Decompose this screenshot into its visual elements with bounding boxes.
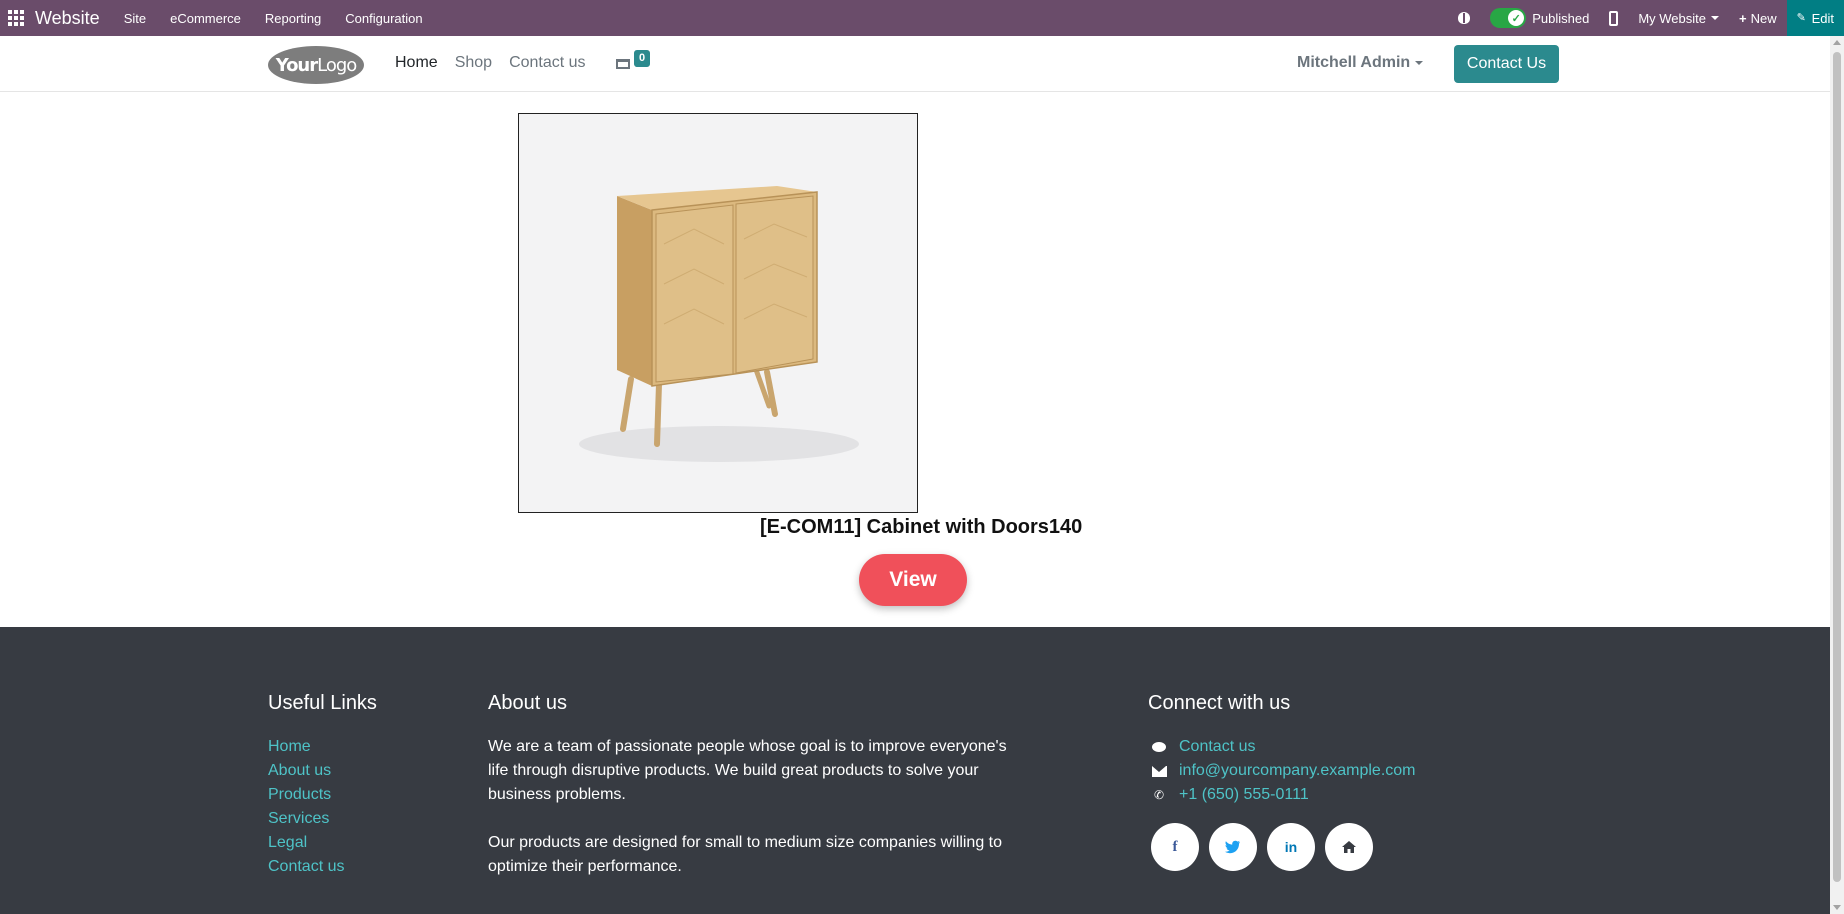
menu-reporting[interactable]: Reporting — [253, 11, 333, 26]
publish-toggle[interactable]: ✓ Published — [1480, 0, 1599, 36]
page-scrollbar[interactable] — [1830, 36, 1844, 914]
menu-site[interactable]: Site — [112, 11, 158, 26]
nav-shop[interactable]: Shop — [455, 54, 492, 72]
scroll-up-icon[interactable] — [1833, 40, 1841, 45]
edit-button[interactable]: ✎ Edit — [1786, 0, 1844, 36]
connect-section: Connect with us Contact us info@yourcomp… — [1148, 692, 1416, 807]
footer-link-services[interactable]: Services — [268, 807, 377, 831]
contact-us-link[interactable]: Contact us — [1148, 735, 1416, 759]
footer: Useful Links Home About us Products Serv… — [0, 627, 1830, 914]
apps-menu-icon[interactable] — [0, 0, 32, 36]
social-links: f in — [1151, 823, 1383, 871]
phone-icon: ✆ — [1153, 788, 1165, 802]
about-paragraph-1: We are a team of passionate people whose… — [488, 738, 1007, 803]
connect-title: Connect with us — [1148, 692, 1291, 714]
caret-down-icon — [1415, 60, 1424, 65]
footer-link-products[interactable]: Products — [268, 783, 377, 807]
menu-configuration[interactable]: Configuration — [333, 11, 434, 26]
nav-contact-us[interactable]: Contact us — [509, 54, 585, 72]
cart-link[interactable]: 0 — [614, 50, 654, 76]
site-logo[interactable]: Your Logo — [268, 46, 364, 84]
contact-us-label: Contact us — [1179, 738, 1256, 755]
published-label: Published — [1532, 10, 1590, 26]
phone-number: +1 (650) 555-0111 — [1179, 786, 1309, 803]
about-us-title: About us — [488, 692, 567, 714]
nav-home[interactable]: Home — [395, 54, 438, 72]
mobile-preview-icon[interactable] — [1599, 0, 1628, 36]
scroll-down-icon[interactable] — [1833, 905, 1841, 910]
footer-link-legal[interactable]: Legal — [268, 831, 377, 855]
twitter-icon[interactable] — [1209, 823, 1257, 871]
home-icon[interactable] — [1325, 823, 1373, 871]
useful-links-section: Useful Links Home About us Products Serv… — [268, 692, 377, 879]
footer-link-contact-us[interactable]: Contact us — [268, 855, 377, 879]
about-paragraph-2: Our products are designed for small to m… — [488, 834, 1003, 875]
cart-count-badge: 0 — [634, 50, 650, 67]
main-nav: Home Shop Contact us — [395, 54, 603, 72]
scrollbar-thumb[interactable] — [1833, 52, 1841, 882]
phone-link[interactable]: ✆ +1 (650) 555-0111 — [1148, 783, 1416, 807]
pencil-icon: ✎ — [1796, 12, 1806, 24]
footer-link-home[interactable]: Home — [268, 735, 377, 759]
about-us-section: About us We are a team of passionate peo… — [488, 692, 1018, 879]
view-button[interactable]: View — [859, 554, 967, 606]
debug-bug-icon[interactable] — [1448, 0, 1480, 36]
logo-text-bold: Your — [275, 54, 318, 76]
user-name: Mitchell Admin — [1297, 54, 1411, 71]
envelope-icon — [1151, 764, 1167, 778]
facebook-icon[interactable]: f — [1151, 823, 1199, 871]
email-address: info@yourcompany.example.com — [1179, 762, 1416, 779]
contact-us-button[interactable]: Contact Us — [1454, 45, 1559, 83]
website-selector-label: My Website — [1638, 10, 1706, 26]
new-label: New — [1750, 10, 1777, 26]
caret-down-icon — [1710, 16, 1719, 20]
shopping-cart-icon — [616, 59, 630, 69]
product-image[interactable] — [518, 113, 918, 513]
user-menu[interactable]: Mitchell Admin — [1297, 54, 1424, 72]
product-name[interactable]: [E-COM11] Cabinet with Doors140 — [760, 516, 1082, 539]
edit-label: Edit — [1811, 10, 1834, 26]
email-link[interactable]: info@yourcompany.example.com — [1148, 759, 1416, 783]
useful-links-title: Useful Links — [268, 692, 377, 714]
footer-link-about-us[interactable]: About us — [268, 759, 377, 783]
new-button[interactable]: + New — [1729, 0, 1787, 36]
comment-icon — [1151, 740, 1167, 754]
admin-navbar: Website Site eCommerce Reporting Configu… — [0, 0, 1844, 36]
plus-icon: + — [1738, 10, 1747, 26]
menu-ecommerce[interactable]: eCommerce — [158, 11, 253, 26]
app-name[interactable]: Website — [35, 8, 100, 29]
linkedin-icon[interactable]: in — [1267, 823, 1315, 871]
publish-switch[interactable]: ✓ — [1490, 8, 1527, 28]
check-icon: ✓ — [1508, 10, 1525, 26]
site-header: Your Logo Home Shop Contact us 0 Mitchell… — [0, 36, 1830, 92]
website-selector[interactable]: My Website — [1628, 0, 1729, 36]
logo-text-light: Logo — [317, 54, 357, 76]
cabinet-image — [579, 186, 859, 462]
